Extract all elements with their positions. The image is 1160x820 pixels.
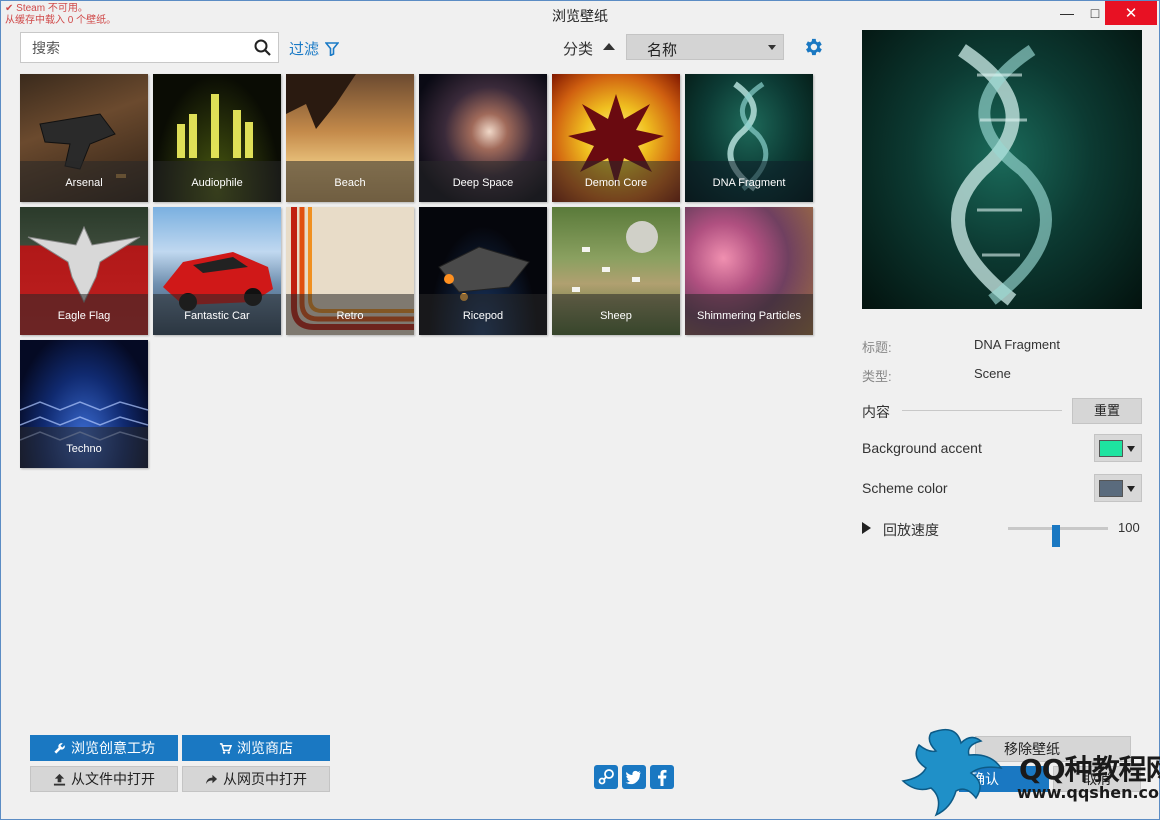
open-from-url-button[interactable]: 从网页中打开 [182,766,330,792]
watermark-text: QQ种教程网 [1019,753,1160,786]
twitter-icon[interactable] [622,765,646,789]
share-arrow-icon [205,774,218,784]
sort-ascending-icon[interactable] [602,41,616,51]
wallpaper-title: Arsenal [20,161,148,202]
playback-speed-label: 回放速度 [883,522,939,538]
scheme-color-picker[interactable] [1094,474,1142,502]
search-icon[interactable] [253,38,273,58]
wallpaper-title: Fantastic Car [153,294,281,335]
scheme-color-label: Scheme color [862,480,948,496]
wallpaper-title: Eagle Flag [20,294,148,335]
filter-label: 过滤 [289,41,320,58]
cart-icon [219,742,232,754]
slider-thumb[interactable] [1052,525,1060,547]
browse-workshop-label: 浏览创意工坊 [71,740,155,756]
open-from-url-label: 从网页中打开 [223,771,307,787]
chevron-down-icon [1127,446,1135,452]
title-bar: ✔ Steam 不可用。 从缓存中载入 0 个壁纸。 浏览壁纸 — □ ✕ [1,1,1159,27]
watermark-url: www.qqshen.com [1017,783,1160,802]
chevron-down-icon [1127,486,1135,492]
type-value: Scene [974,366,1011,381]
steam-icon[interactable] [594,765,618,789]
wallpaper-tile-arsenal[interactable]: Arsenal [20,74,148,202]
reset-button[interactable]: 重置 [1072,398,1142,424]
wallpaper-tile-demon-core[interactable]: Demon Core [552,74,680,202]
title-row: 标题: DNA Fragment [862,337,1060,356]
close-button[interactable]: ✕ [1105,1,1157,25]
wallpaper-tile-beach[interactable]: Beach [286,74,414,202]
sort-label: 分类 [563,41,594,58]
wallpaper-tile-eagle-flag[interactable]: Eagle Flag [20,207,148,335]
title-key: 标题: [862,340,892,355]
search-input[interactable] [21,33,247,62]
filter-button[interactable]: 过滤 [289,38,340,59]
open-from-file-button[interactable]: 从文件中打开 [30,766,178,792]
wallpaper-tile-sheep[interactable]: Sheep [552,207,680,335]
wallpaper-title: Retro [286,294,414,335]
type-row: 类型: Scene [862,366,1011,385]
site-watermark: QQ种教程网 www.qqshen.com [901,723,1160,819]
title-value: DNA Fragment [974,337,1060,352]
wallpaper-tile-deep-space[interactable]: Deep Space [419,74,547,202]
color-swatch [1099,480,1123,497]
browse-store-label: 浏览商店 [237,740,293,756]
search-box [20,32,279,63]
wallpaper-title: Techno [20,427,148,468]
wallpaper-title: Audiophile [153,161,281,202]
wallpaper-tile-audiophile[interactable]: Audiophile [153,74,281,202]
filter-icon [325,41,340,56]
sort-dropdown[interactable]: 名称 [626,34,784,60]
playback-speed-slider[interactable] [1008,525,1108,547]
browse-workshop-button[interactable]: 浏览创意工坊 [30,735,178,761]
wallpaper-title: Beach [286,161,414,202]
dragon-logo-icon [901,728,1003,817]
facebook-icon[interactable] [650,765,674,789]
playback-speed-row: 回放速度 100 [862,519,1142,547]
sort-value: 名称 [647,42,678,59]
wallpaper-title: Ricepod [419,294,547,335]
content-label: 内容 [862,404,890,420]
type-key: 类型: [862,369,892,384]
browse-store-button[interactable]: 浏览商店 [182,735,330,761]
gear-icon[interactable] [802,36,824,58]
open-from-file-label: 从文件中打开 [71,771,155,787]
wallpaper-title: Sheep [552,294,680,335]
chevron-down-icon [768,45,776,50]
wallpaper-tile-shimmering-particles[interactable]: Shimmering Particles [685,207,813,335]
upload-icon [53,773,66,786]
wallpaper-tile-techno[interactable]: Techno [20,340,148,468]
window-title: 浏览壁纸 [552,8,608,24]
wallpaper-title: Deep Space [419,161,547,202]
divider [902,410,1062,411]
wallpaper-tile-dna-fragment[interactable]: DNA Fragment [685,74,813,202]
wallpaper-tile-fantastic-car[interactable]: Fantastic Car [153,207,281,335]
wallpaper-tile-retro[interactable]: Retro [286,207,414,335]
background-accent-label: Background accent [862,440,982,456]
wallpaper-title: DNA Fragment [685,161,813,202]
wallpaper-title: Demon Core [552,161,680,202]
wallpaper-preview [862,30,1142,309]
playback-speed-value: 100 [1118,520,1140,535]
color-swatch [1099,440,1123,457]
expand-arrow-icon[interactable] [862,522,871,534]
background-accent-picker[interactable] [1094,434,1142,462]
wallpaper-tile-ricepod[interactable]: Ricepod [419,207,547,335]
wrench-icon [54,742,65,754]
wallpaper-title: Shimmering Particles [685,294,813,335]
